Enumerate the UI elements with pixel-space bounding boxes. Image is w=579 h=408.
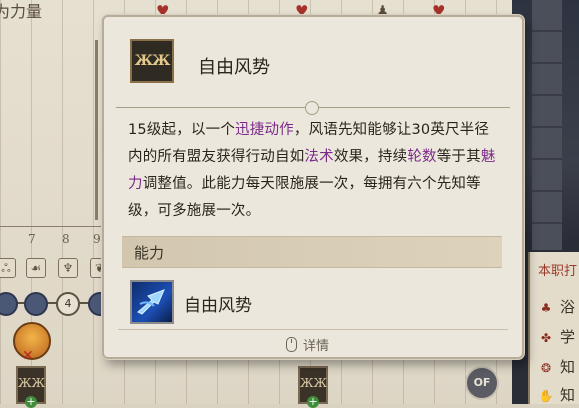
- rune-icon[interactable]: ♆: [58, 258, 78, 278]
- scroll-icon: ✤: [540, 331, 552, 345]
- description-text: 调整值。此能力每天限施展一次，每拥有六个先知等级，可多施展一次。: [128, 176, 481, 219]
- class-feature-icon: ЖЖ: [130, 39, 174, 83]
- side-panel-row-label: 知: [560, 358, 576, 376]
- details-hint[interactable]: 详情: [286, 335, 329, 354]
- hand-icon: ✋: [538, 389, 554, 403]
- side-panel: 本职打 ♣ 浴 ✤ 学 ❂ 知 ✋ 知: [528, 252, 579, 404]
- side-panel-row[interactable]: ✤ 学: [538, 326, 579, 348]
- side-panel-header: 本职打: [538, 264, 578, 279]
- rune-icon[interactable]: ☙: [26, 258, 46, 278]
- slot-label: ЖЖ: [300, 376, 327, 390]
- ornament-divider: [116, 101, 510, 115]
- spiral-icon: ❂: [540, 361, 552, 375]
- wind-ability-icon[interactable]: [130, 280, 174, 324]
- description-text: 15级起，以一个: [128, 122, 236, 138]
- column-number: 9: [93, 232, 101, 246]
- section-header: 能力: [122, 236, 502, 268]
- level-node[interactable]: [24, 292, 48, 316]
- remove-icon[interactable]: ✕: [22, 348, 34, 364]
- ability-slot[interactable]: ЖЖ +: [298, 366, 328, 408]
- slot-label: ЖЖ: [18, 376, 45, 390]
- column-number: 8: [62, 232, 70, 246]
- rune-icon[interactable]: ஃ: [0, 258, 16, 278]
- side-panel-row-label: 知: [560, 386, 576, 404]
- description-text: 等于其: [436, 149, 481, 165]
- tooltip-title: 自由风势: [198, 57, 270, 78]
- ornament-icon: [305, 101, 319, 115]
- claw-icon: ♣: [540, 301, 552, 315]
- tooltip-description: 15级起，以一个迅捷动作，风语先知能够让30英尺半径内的所有盟友获得行动自如法术…: [128, 117, 500, 225]
- section-label: 能力: [134, 244, 165, 262]
- ability-coin[interactable]: OF: [465, 366, 499, 400]
- divider: [0, 226, 110, 227]
- mouse-icon: [286, 337, 297, 352]
- side-panel-row[interactable]: ❂ 知: [538, 356, 579, 378]
- keyword-link[interactable]: 法术: [304, 149, 333, 165]
- ability-name[interactable]: 自由风势: [184, 291, 252, 316]
- keyword-link[interactable]: 轮数: [407, 149, 436, 165]
- side-panel-row[interactable]: ♣ 浴: [538, 296, 579, 318]
- pillar-decoration: [532, 0, 562, 250]
- keyword-link[interactable]: 迅捷动作: [235, 122, 294, 138]
- plus-icon[interactable]: +: [25, 396, 37, 408]
- details-label: 详情: [303, 339, 330, 354]
- background-title: 为力量: [0, 2, 43, 21]
- ability-tooltip: ЖЖ 自由风势 15级起，以一个迅捷动作，风语先知能够让30英尺半径内的所有盟友…: [102, 15, 524, 359]
- side-panel-row-label: 学: [560, 328, 576, 346]
- level-node-value[interactable]: 4: [56, 292, 80, 316]
- footer-divider: [118, 329, 508, 330]
- column-number: 7: [28, 232, 36, 246]
- side-panel-row[interactable]: ✋ 知: [538, 384, 579, 406]
- side-panel-row-label: 浴: [560, 298, 576, 316]
- description-text: 效果，持续: [333, 149, 408, 165]
- plus-icon[interactable]: +: [307, 396, 319, 408]
- divider: [95, 40, 98, 220]
- ability-slot[interactable]: ЖЖ +: [16, 366, 46, 408]
